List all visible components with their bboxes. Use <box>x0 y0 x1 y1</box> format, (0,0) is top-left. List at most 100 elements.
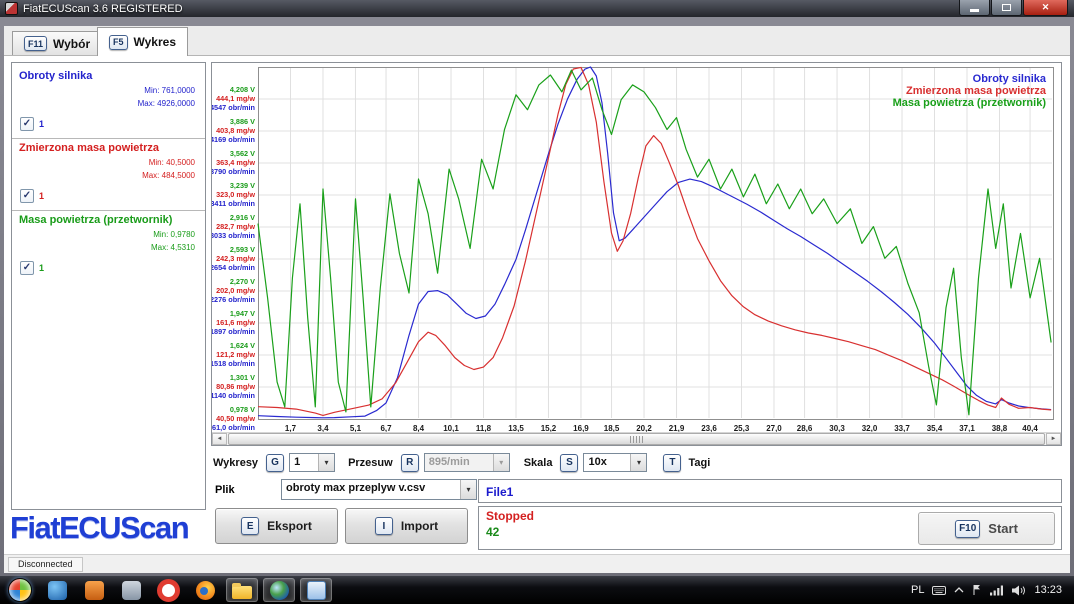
blue-app-icon[interactable] <box>41 578 73 602</box>
window-controls: ✕ <box>958 0 1068 16</box>
signal-checkbox[interactable]: ✓ <box>20 261 34 275</box>
explorer-folder-icon[interactable] <box>226 578 258 602</box>
start-menu-button[interactable] <box>8 578 32 602</box>
scroll-thumb[interactable] <box>228 433 1045 445</box>
tab-wykres[interactable]: F5 Wykres <box>97 27 188 56</box>
przesuw-select: 895/min ▾ <box>424 453 510 472</box>
network-icon[interactable] <box>990 585 1004 596</box>
signal-checkbox-label: 1 <box>39 263 44 273</box>
dropdown-arrow-icon: ▾ <box>460 480 476 499</box>
tagi-label: Tagi <box>688 457 710 469</box>
start-button-label: Start <box>988 521 1018 536</box>
tab-wybor-label: Wybór <box>53 37 90 51</box>
tab-wybor[interactable]: F11 Wybór <box>12 31 102 55</box>
y-tick-label-mg: 323,0 mg/w <box>216 190 255 199</box>
action-center-flag-icon[interactable] <box>972 584 982 596</box>
titlebar: FiatECUScan 3.6 REGISTERED ✕ <box>0 0 1074 17</box>
file-row: Plik obroty max przeplyw v.csv ▾ <box>215 479 477 500</box>
dropdown-arrow-icon: ▾ <box>318 454 334 471</box>
y-tick-label-rpm: 2654 obr/min <box>212 263 255 272</box>
t-key-badge: T <box>663 454 681 472</box>
y-tick-label-v: 1,301 V <box>230 373 255 382</box>
opera-icon[interactable] <box>152 578 184 602</box>
chart-hscrollbar[interactable]: ◄ ► <box>212 432 1061 445</box>
y-tick-label-mg: 80,86 mg/w <box>216 382 255 391</box>
x-tick-label: 8,4 <box>413 424 425 432</box>
y-tick-label-rpm: 4169 obr/min <box>212 135 255 144</box>
przesuw-select-value: 895/min <box>425 454 493 471</box>
y-tick-label-rpm: 4547 obr/min <box>212 103 255 112</box>
tab-wykres-label: Wykres <box>134 35 176 49</box>
x-tick-label: 25,3 <box>734 424 750 432</box>
signal-checkbox[interactable]: ✓ <box>20 117 34 131</box>
scroll-left-button[interactable]: ◄ <box>212 433 227 445</box>
scroll-right-button[interactable]: ► <box>1046 433 1061 445</box>
app-logo: FiatECUScan <box>10 510 188 546</box>
legend-item: Zmierzona masa powietrza <box>906 85 1047 97</box>
chart[interactable]: 1,73,45,16,78,410,111,813,515,216,918,52… <box>212 63 1061 432</box>
y-tick-label-mg: 363,4 mg/w <box>216 158 255 167</box>
x-tick-label: 30,3 <box>829 424 845 432</box>
signal-checkbox-label: 1 <box>39 191 44 201</box>
x-tick-label: 15,2 <box>541 424 557 432</box>
wykres-tabpage: Obroty silnika Min: 761,0000 Max: 4926,0… <box>4 56 1070 554</box>
fiatecuscan-taskbar-icon[interactable] <box>300 578 332 602</box>
signal-min: Min: 0,9780 <box>19 230 198 239</box>
taskbar-apps <box>41 578 332 602</box>
connection-status: Disconnected <box>8 557 83 572</box>
import-button[interactable]: I Import <box>345 508 468 544</box>
skala-select[interactable]: 10x ▾ <box>583 453 647 472</box>
start-button[interactable]: F10 Start <box>918 512 1055 545</box>
maximize-button[interactable] <box>991 0 1022 16</box>
g-key-badge: G <box>266 454 284 472</box>
chart-panel: 1,73,45,16,78,410,111,813,515,216,918,52… <box>211 62 1062 446</box>
clock[interactable]: 13:23 <box>1034 584 1062 596</box>
r-key-badge: R <box>401 454 419 472</box>
signal-section-przetwornik: Masa powietrza (przetwornik) Min: 0,9780… <box>19 214 198 275</box>
wykresy-select[interactable]: 1 ▾ <box>289 453 335 472</box>
file-select[interactable]: obroty max przeplyw v.csv ▾ <box>281 479 477 500</box>
minimize-button[interactable] <box>959 0 990 16</box>
close-button[interactable]: ✕ <box>1023 0 1068 16</box>
system-tray: PL 13:23 <box>911 584 1074 596</box>
window-title: FiatECUScan 3.6 REGISTERED <box>23 3 183 15</box>
skala-label: Skala <box>524 457 553 469</box>
firefox-icon[interactable] <box>189 578 221 602</box>
e-key-badge: E <box>241 517 259 535</box>
signal-sidebar: Obroty silnika Min: 761,0000 Max: 4926,0… <box>11 62 206 510</box>
x-tick-label: 27,0 <box>766 424 782 432</box>
file-name: File1 <box>486 485 513 499</box>
y-tick-label-rpm: 3033 obr/min <box>212 231 255 240</box>
legend-item: Obroty silnika <box>973 73 1047 85</box>
orange-app-icon[interactable] <box>78 578 110 602</box>
y-tick-label-rpm: 1897 obr/min <box>212 327 255 336</box>
legend-item: Masa powietrza (przetwornik) <box>893 97 1047 109</box>
signal-section-obroty: Obroty silnika Min: 761,0000 Max: 4926,0… <box>19 70 198 131</box>
signal-title: Masa powietrza (przetwornik) <box>19 214 198 226</box>
y-tick-label-mg: 444,1 mg/w <box>216 94 255 103</box>
gray-app-icon[interactable] <box>115 578 147 602</box>
app-window: FiatECUScan 3.6 REGISTERED ✕ F11 Wybór F… <box>0 0 1074 576</box>
signal-max: Max: 4,5310 <box>19 243 198 252</box>
volume-icon[interactable] <box>1012 585 1026 596</box>
x-tick-label: 40,4 <box>1022 424 1038 432</box>
y-tick-label-mg: 282,7 mg/w <box>216 222 255 231</box>
show-hidden-icons-icon[interactable] <box>954 586 964 594</box>
keyboard-icon[interactable] <box>932 584 946 596</box>
language-indicator[interactable]: PL <box>911 584 924 596</box>
y-tick-label-mg: 202,0 mg/w <box>216 286 255 295</box>
y-tick-label-mg: 121,2 mg/w <box>216 350 255 359</box>
eksport-button[interactable]: E Eksport <box>215 508 338 544</box>
browser-globe-icon[interactable] <box>263 578 295 602</box>
signal-checkbox[interactable]: ✓ <box>20 189 34 203</box>
x-tick-label: 10,1 <box>443 424 459 432</box>
signal-min: Min: 761,0000 <box>19 86 198 95</box>
dropdown-arrow-icon: ▾ <box>630 454 646 471</box>
y-tick-label-v: 0,978 V <box>230 405 255 414</box>
przesuw-label: Przesuw <box>348 457 393 469</box>
y-tick-label-rpm: 3411 obr/min <box>212 199 255 208</box>
y-tick-label-rpm: 1518 obr/min <box>212 359 255 368</box>
file-name-panel: File1 <box>478 479 1062 503</box>
y-tick-label-v: 2,593 V <box>230 245 255 254</box>
x-tick-label: 16,9 <box>573 424 589 432</box>
